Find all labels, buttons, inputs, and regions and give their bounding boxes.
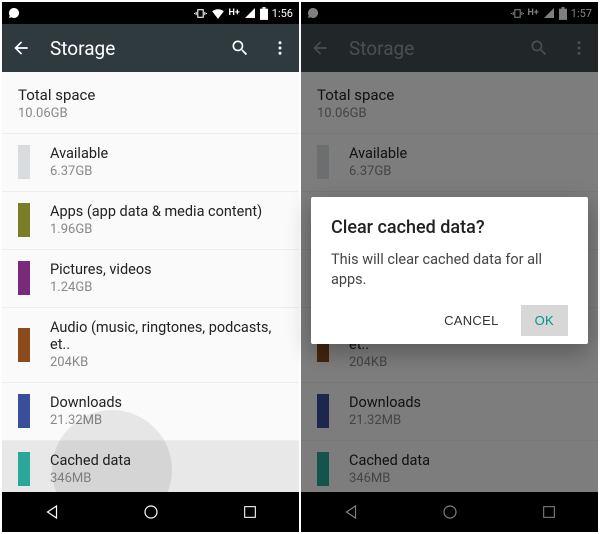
ok-button[interactable]: OK [521,305,568,336]
label: Pictures, videos [50,261,152,278]
value: 21.32MB [50,413,122,428]
screen-left: H+ 1:56 Storage Total space 10.06GB [2,2,299,532]
dialog-actions: CANCEL OK [331,305,568,336]
hplus-icon: H+ [229,8,240,18]
label: Apps (app data & media content) [50,203,262,220]
row-audio[interactable]: Audio (music, ringtones, podcasts, et.. … [2,307,299,382]
label: Audio (music, ringtones, podcasts, et.. [50,319,283,353]
appbar: Storage [2,24,299,72]
clear-cache-dialog: Clear cached data? This will clear cache… [311,197,588,344]
row-apps[interactable]: Apps (app data & media content) 1.96GB [2,191,299,249]
swatch [18,452,30,486]
cancel-button[interactable]: CANCEL [430,305,513,336]
wifi-icon [211,7,225,19]
nav-recent-icon[interactable] [240,502,260,522]
row-available[interactable]: Available 6.37GB [2,133,299,191]
clock: 1:56 [272,7,293,20]
row-cached[interactable]: Cached data 346MB [2,440,299,492]
signal-icon [244,7,256,19]
value: 346MB [50,471,131,486]
swatch [18,328,30,362]
dialog-title: Clear cached data? [331,217,568,238]
swatch [18,145,30,179]
navbar [2,492,299,532]
screen-right: H+ 1:57 Storage Total space 10.06GB [301,2,598,532]
search-icon[interactable] [229,37,251,59]
row-downloads[interactable]: Downloads 21.32MB [2,382,299,440]
row-pictures[interactable]: Pictures, videos 1.24GB [2,249,299,307]
label: Cached data [50,452,131,469]
nav-back-icon[interactable] [42,502,62,522]
total-value: 10.06GB [18,106,283,121]
vibrate-icon [194,7,207,20]
swatch [18,394,30,428]
whatsapp-icon [8,7,20,19]
overflow-icon[interactable] [269,37,291,59]
dialog-body: This will clear cached data for all apps… [331,250,568,289]
statusbar: H+ 1:56 [2,2,299,24]
label: Available [50,145,108,162]
nav-home-icon[interactable] [141,502,161,522]
value: 204KB [50,355,283,370]
value: 1.24GB [50,280,152,295]
battery-icon [260,7,268,20]
total-label: Total space [18,86,283,104]
swatch [18,261,30,295]
content: Total space 10.06GB Available 6.37GB App… [2,72,299,492]
back-icon[interactable] [10,37,32,59]
total-space[interactable]: Total space 10.06GB [2,72,299,133]
page-title: Storage [50,37,211,60]
swatch [18,203,30,237]
value: 6.37GB [50,164,108,179]
label: Downloads [50,394,122,411]
value: 1.96GB [50,222,262,237]
